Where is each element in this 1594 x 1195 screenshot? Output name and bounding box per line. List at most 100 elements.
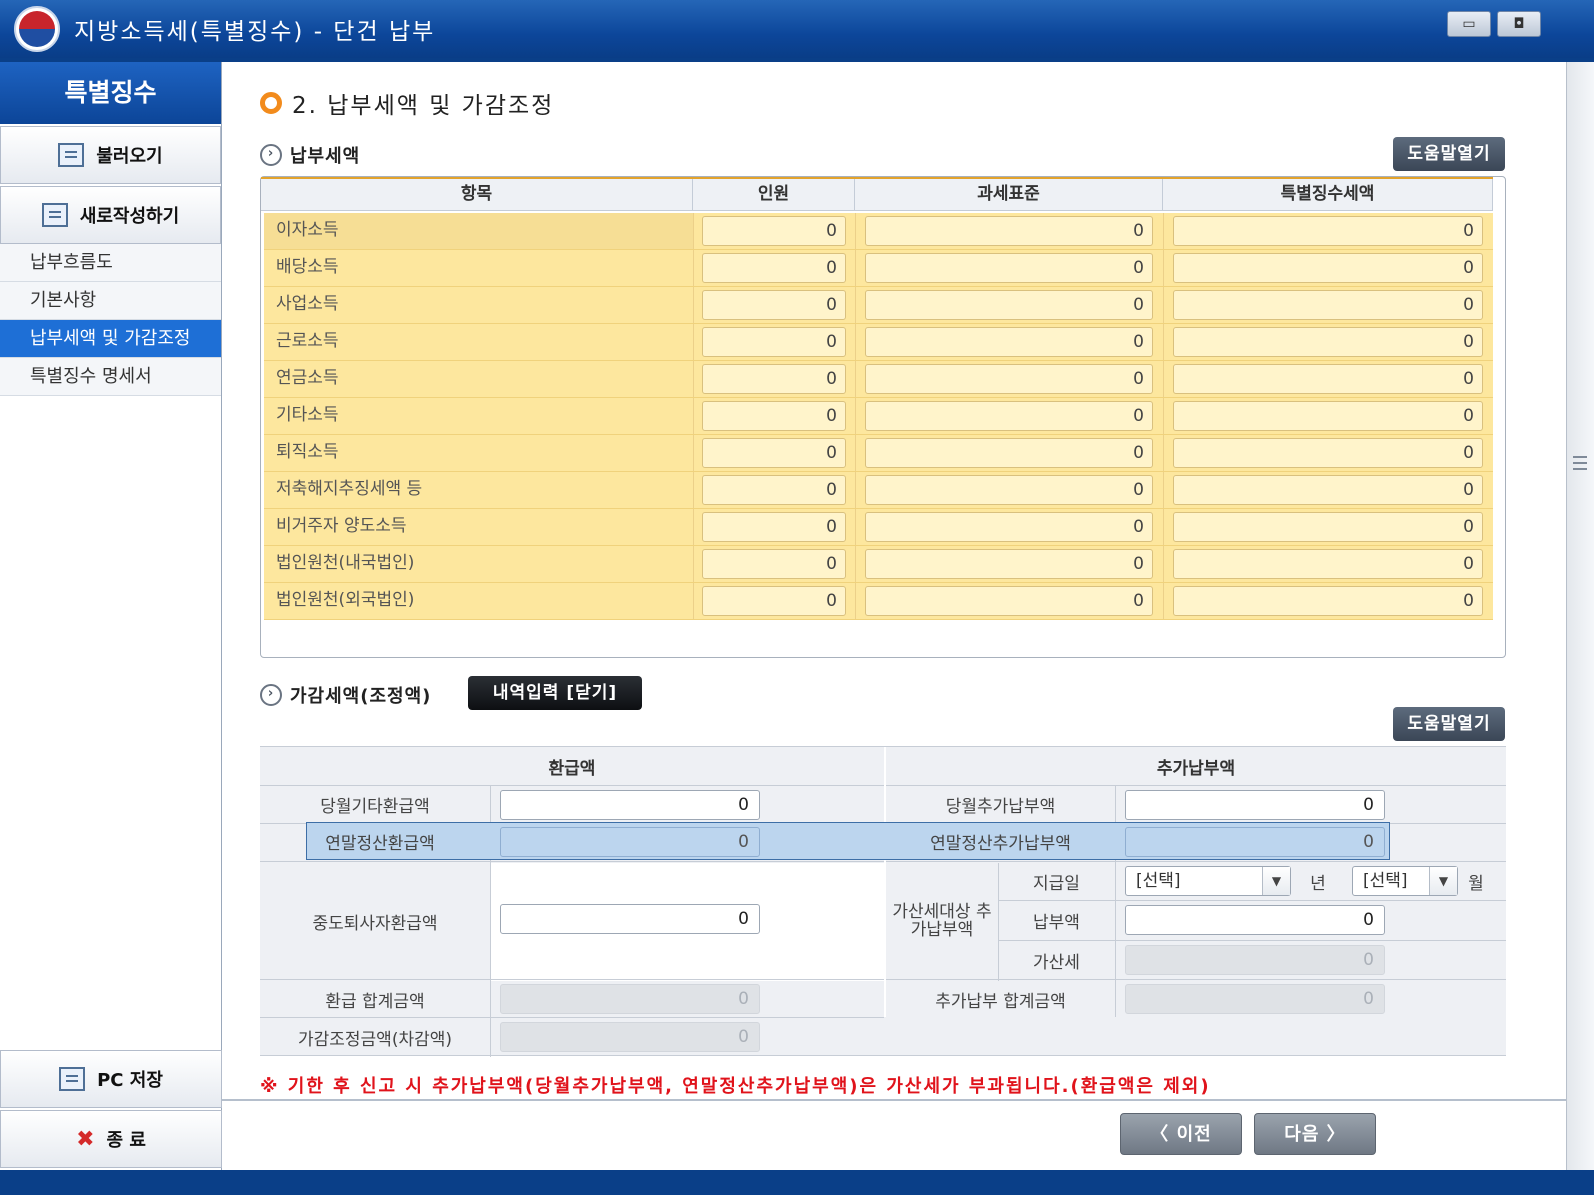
tax-base-input[interactable]: 0: [865, 364, 1153, 394]
penalty-group-label: 가산세대상 추가납부액: [892, 902, 992, 940]
row-label: 비거주자 양도소득: [276, 516, 407, 536]
restore-button[interactable]: ◘: [1497, 11, 1541, 37]
yearend-refund-input[interactable]: 0: [500, 827, 760, 857]
tax-base-input[interactable]: 0: [865, 586, 1153, 616]
count-input[interactable]: 0: [702, 512, 846, 542]
pay-amount-input[interactable]: 0: [1125, 905, 1385, 935]
count-input[interactable]: 0: [702, 253, 846, 283]
yearend-refund-label: 연말정산환급액: [325, 833, 435, 854]
count-input[interactable]: 0: [702, 327, 846, 357]
late-filing-notice: ※ 기한 후 신고 시 추가납부액(당월추가납부액, 연말정산추가납부액)은 가…: [260, 1076, 1211, 1097]
midterm-refund-input[interactable]: 0: [500, 904, 760, 934]
main-content: 2. 납부세액 및 가감조정 › 납부세액 도움말열기 항목 인원 과세표준 특…: [222, 62, 1566, 1099]
count-input[interactable]: 0: [702, 438, 846, 468]
chevron-down-icon: ▼: [1262, 867, 1290, 895]
vertical-scrollbar[interactable]: [1566, 62, 1594, 1170]
new-document-button[interactable]: 새로작성하기: [0, 186, 221, 244]
tax-base-input[interactable]: 0: [865, 549, 1153, 579]
chevron-right-circle-icon: ›: [260, 144, 282, 166]
year-select-value: [선택]: [1136, 871, 1181, 891]
pay-date-label: 지급일: [1033, 873, 1080, 894]
load-button[interactable]: 불러오기: [0, 126, 221, 184]
count-input[interactable]: 0: [702, 586, 846, 616]
count-input[interactable]: 0: [702, 549, 846, 579]
tax-base-input[interactable]: 0: [865, 290, 1153, 320]
special-tax-input[interactable]: 0: [1173, 401, 1483, 431]
adjust-subtitle: › 가감세액(조정액): [260, 682, 431, 708]
special-tax-input[interactable]: 0: [1173, 253, 1483, 283]
refund-header: 환급액: [548, 758, 596, 779]
row-label: 배당소득: [276, 257, 339, 277]
table-row: 저축해지추징세액 등000: [264, 472, 1493, 509]
title-bar: 지방소득세(특별징수) - 단건 납부 ▭ ◘: [0, 0, 1594, 58]
header-tax-base: 과세표준: [855, 179, 1163, 211]
count-input[interactable]: 0: [702, 364, 846, 394]
special-tax-input[interactable]: 0: [1173, 216, 1483, 246]
tax-table-body: 이자소득 0 0 0 배당소득 0 0 0 사업소득 0 0 0 근로소득 0 0 0 연금소득 0 0 0 기타소득 0…: [264, 213, 1493, 620]
special-tax-input[interactable]: 0: [1173, 364, 1483, 394]
special-tax-input[interactable]: 0: [1173, 327, 1483, 357]
special-tax-input[interactable]: 0: [1173, 512, 1483, 542]
minimize-button[interactable]: ▭: [1447, 11, 1491, 37]
table-row: 법인원천(내국법인) 0 0 0: [264, 546, 1493, 583]
tax-base-input[interactable]: 0: [865, 327, 1153, 357]
pc-save-button[interactable]: PC 저장: [0, 1050, 222, 1108]
table-row: 근로소득 0 0 0: [264, 324, 1493, 361]
sidebar-item-basic[interactable]: 기본사항: [0, 282, 221, 320]
header-item: 항목: [261, 179, 693, 211]
save-disk-icon: [59, 1067, 86, 1091]
special-tax-input[interactable]: 0: [1173, 475, 1483, 505]
count-input[interactable]: 0: [702, 475, 846, 505]
special-tax-input[interactable]: 0: [1173, 549, 1483, 579]
special-tax-input[interactable]: 0: [1173, 586, 1483, 616]
month-select[interactable]: [선택] ▼: [1352, 866, 1458, 896]
year-select[interactable]: [선택] ▼: [1125, 866, 1291, 896]
tax-base-input[interactable]: 0: [865, 216, 1153, 246]
row-label: 사업소득: [276, 294, 339, 314]
row-label: 저축해지추징세액 등: [276, 479, 423, 499]
header-special-tax: 특별징수세액: [1163, 179, 1493, 211]
sidebar: 특별징수 불러오기 새로작성하기 납부흐름도 기본사항 납부세액 및 가감조정 …: [0, 62, 222, 1170]
sidebar-item-tax-adjust[interactable]: 납부세액 및 가감조정: [0, 320, 221, 358]
refund-total-label: 환급 합계금액: [325, 991, 425, 1012]
tax-table-header: 항목 인원 과세표준 특별징수세액: [261, 177, 1493, 211]
monthly-add-input[interactable]: 0: [1125, 790, 1385, 820]
sidebar-item-statement[interactable]: 특별징수 명세서: [0, 358, 221, 396]
tax-base-input[interactable]: 0: [865, 401, 1153, 431]
prev-button[interactable]: 〈 이전: [1120, 1113, 1242, 1155]
count-input[interactable]: 0: [702, 216, 846, 246]
edit-document-icon: [41, 203, 68, 227]
detail-input-close-button[interactable]: 내역입력 [닫기]: [468, 676, 642, 710]
row-label: 기타소득: [276, 405, 339, 425]
tax-help-button[interactable]: 도움말열기: [1393, 137, 1505, 171]
year-unit: 년: [1310, 873, 1326, 894]
table-row: 기타소득 0 0 0: [264, 398, 1493, 435]
exit-button[interactable]: ✖ 종 료: [0, 1110, 222, 1168]
count-input[interactable]: 0: [702, 290, 846, 320]
count-input[interactable]: 0: [702, 401, 846, 431]
add-total-input: 0: [1125, 984, 1385, 1014]
tax-base-input[interactable]: 0: [865, 438, 1153, 468]
monthly-refund-input[interactable]: 0: [500, 790, 760, 820]
tax-base-input[interactable]: 0: [865, 253, 1153, 283]
adjust-help-button[interactable]: 도움말열기: [1393, 707, 1505, 741]
chevron-down-icon: ▼: [1429, 867, 1457, 895]
special-tax-input[interactable]: 0: [1173, 290, 1483, 320]
tax-base-input[interactable]: 0: [865, 512, 1153, 542]
add-total-label: 추가납부 합계금액: [935, 991, 1066, 1012]
next-button[interactable]: 다음 〉: [1254, 1113, 1376, 1155]
section-bullet-icon: [260, 92, 282, 114]
footer-nav: 〈 이전 다음 〉: [222, 1099, 1566, 1170]
sidebar-item-flow[interactable]: 납부흐름도: [0, 244, 221, 282]
row-label: 법인원천(내국법인): [276, 553, 415, 573]
tax-base-input[interactable]: 0: [865, 475, 1153, 505]
load-button-label: 불러오기: [96, 146, 163, 167]
monthly-refund-label: 당월기타환급액: [320, 796, 430, 817]
yearend-add-input[interactable]: 0: [1125, 827, 1385, 857]
special-tax-input[interactable]: 0: [1173, 438, 1483, 468]
row-label: 연금소득: [276, 368, 339, 388]
month-unit: 월: [1468, 873, 1484, 894]
refund-total-input: 0: [500, 984, 760, 1014]
table-row: 퇴직소득 0 0 0: [264, 435, 1493, 472]
adjust-total-label: 가감조정금액(차감액): [297, 1029, 453, 1050]
